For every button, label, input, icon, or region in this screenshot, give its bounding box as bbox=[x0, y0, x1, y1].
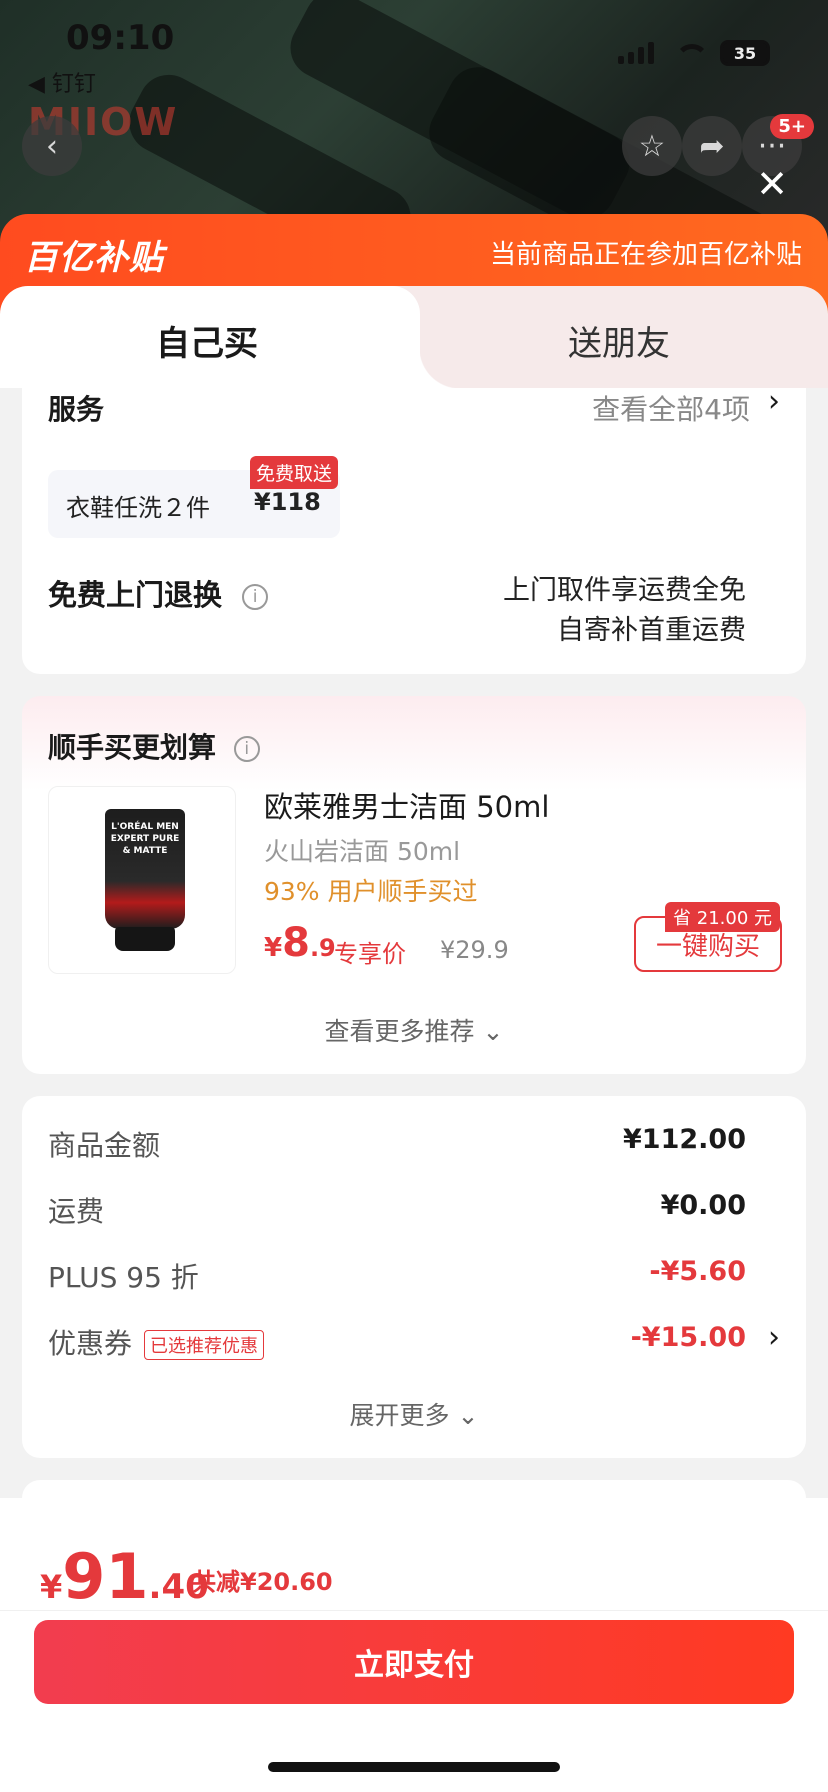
summary-value: ¥0.00 bbox=[660, 1190, 746, 1221]
summary-row-coupon[interactable]: 优惠券 已选推荐优惠 -¥15.00 bbox=[48, 1322, 746, 1362]
summary-value: -¥15.00 bbox=[630, 1322, 746, 1353]
status-bar: 09:10 ◀ 钉钉 35 bbox=[0, 0, 828, 110]
service-chip-name: 衣鞋任洗２件 bbox=[66, 494, 210, 522]
summary-label: 优惠券 已选推荐优惠 bbox=[48, 1322, 265, 1362]
product-name[interactable]: 欧莱雅男士洁面 50ml bbox=[264, 784, 549, 826]
coupon-selected-tag: 已选推荐优惠 bbox=[144, 1330, 265, 1360]
product-image[interactable]: L'ORÉAL MEN EXPERT PURE & MATTE bbox=[48, 786, 236, 974]
original-price: ¥29.9 bbox=[440, 936, 509, 964]
service-title: 服务 bbox=[48, 393, 105, 426]
info-icon[interactable]: i bbox=[233, 736, 260, 762]
summary-label: PLUS 95 折 bbox=[48, 1261, 199, 1294]
close-icon[interactable]: ✕ bbox=[756, 162, 788, 206]
purchase-mode-tabs: 自己买 送朋友 bbox=[0, 286, 828, 388]
summary-row-shipping: 运费 ¥0.00 bbox=[48, 1190, 746, 1230]
cleanser-tube-label: L'ORÉAL MEN EXPERT PURE & MATTE bbox=[110, 822, 180, 856]
info-icon[interactable]: i bbox=[242, 584, 269, 610]
product-variant: 火山岩洁面 50ml bbox=[264, 837, 461, 866]
service-card: 服务 查看全部4项 › 衣鞋任洗２件 ¥118 免费取送 免费上门退换 i 上门… bbox=[22, 384, 806, 674]
wifi-icon bbox=[672, 42, 709, 64]
summary-label: 商品金额 bbox=[48, 1129, 161, 1162]
price-summary-card: 商品金额 ¥112.00 运费 ¥0.00 PLUS 95 折 -¥5.60 优… bbox=[22, 1096, 806, 1458]
service-chip-price: ¥118 bbox=[254, 488, 321, 516]
free-return-title: 免费上门退换 i bbox=[48, 572, 269, 614]
expand-more-link[interactable]: 展开更多 ⌄ bbox=[22, 1396, 806, 1432]
addon-recommendation-card: 顺手买更划算 i L'ORÉAL MEN EXPERT PURE & MATTE… bbox=[22, 696, 806, 1074]
total-saved: 共减¥20.60 bbox=[192, 1568, 333, 1596]
home-indicator bbox=[268, 1762, 560, 1772]
buy-along-percentage: 93% 用户顺手买过 bbox=[264, 877, 478, 906]
subsidy-logo: 百亿补贴 bbox=[24, 238, 164, 278]
total-price: ¥91.40 bbox=[40, 1540, 209, 1613]
free-return-label: 免费上门退换 bbox=[48, 578, 223, 612]
summary-value: ¥112.00 bbox=[623, 1124, 746, 1155]
summary-row-plus-discount: PLUS 95 折 -¥5.60 bbox=[48, 1256, 746, 1296]
favorite-button[interactable]: ☆ bbox=[622, 116, 682, 176]
chevron-left-icon: ‹ bbox=[46, 128, 58, 164]
tab-buy-for-self[interactable]: 自己买 bbox=[156, 316, 258, 365]
share-button[interactable]: ➦ bbox=[682, 116, 742, 176]
back-button[interactable]: ‹ bbox=[22, 116, 82, 176]
star-icon: ☆ bbox=[638, 128, 666, 164]
back-to-app-link[interactable]: ◀ 钉钉 bbox=[28, 66, 96, 98]
free-pickup-badge: 免费取送 bbox=[250, 456, 339, 489]
divider bbox=[0, 1610, 828, 1611]
share-icon: ➦ bbox=[699, 128, 725, 164]
chevron-right-icon[interactable]: › bbox=[768, 384, 780, 419]
cleanser-tube-cap bbox=[115, 927, 175, 951]
summary-value: -¥5.60 bbox=[649, 1256, 746, 1287]
return-policy-line2: 自寄补首重运费 bbox=[557, 615, 746, 646]
savings-badge: 省 21.00 元 bbox=[665, 902, 780, 932]
addon-title: 顺手买更划算 i bbox=[48, 726, 260, 766]
summary-row-goods: 商品金额 ¥112.00 bbox=[48, 1124, 746, 1164]
return-policy-line1: 上门取件享运费全免 bbox=[503, 575, 746, 606]
signal-icon bbox=[618, 42, 654, 64]
addon-title-label: 顺手买更划算 bbox=[48, 731, 217, 764]
product-price: ¥8.9 bbox=[264, 920, 336, 966]
checkout-bar: ¥91.40 共减¥20.60 立即支付 bbox=[0, 1498, 828, 1792]
more-recommendations-link[interactable]: 查看更多推荐 ⌄ bbox=[22, 1012, 806, 1048]
view-all-services-link[interactable]: 查看全部4项 bbox=[592, 388, 750, 428]
pay-now-button[interactable]: 立即支付 bbox=[34, 1620, 794, 1704]
battery-icon: 35 bbox=[720, 40, 770, 66]
notification-badge: 5+ bbox=[770, 114, 814, 139]
subsidy-message: 当前商品正在参加百亿补贴 bbox=[489, 240, 802, 270]
tab-send-to-friend[interactable]: 送朋友 bbox=[568, 316, 670, 365]
status-time: 09:10 bbox=[66, 18, 175, 58]
summary-label: 运费 bbox=[48, 1195, 105, 1228]
chevron-right-icon[interactable]: › bbox=[768, 1320, 780, 1355]
status-icons: 35 bbox=[618, 40, 770, 66]
exclusive-price-label: 专享价 bbox=[334, 940, 406, 968]
